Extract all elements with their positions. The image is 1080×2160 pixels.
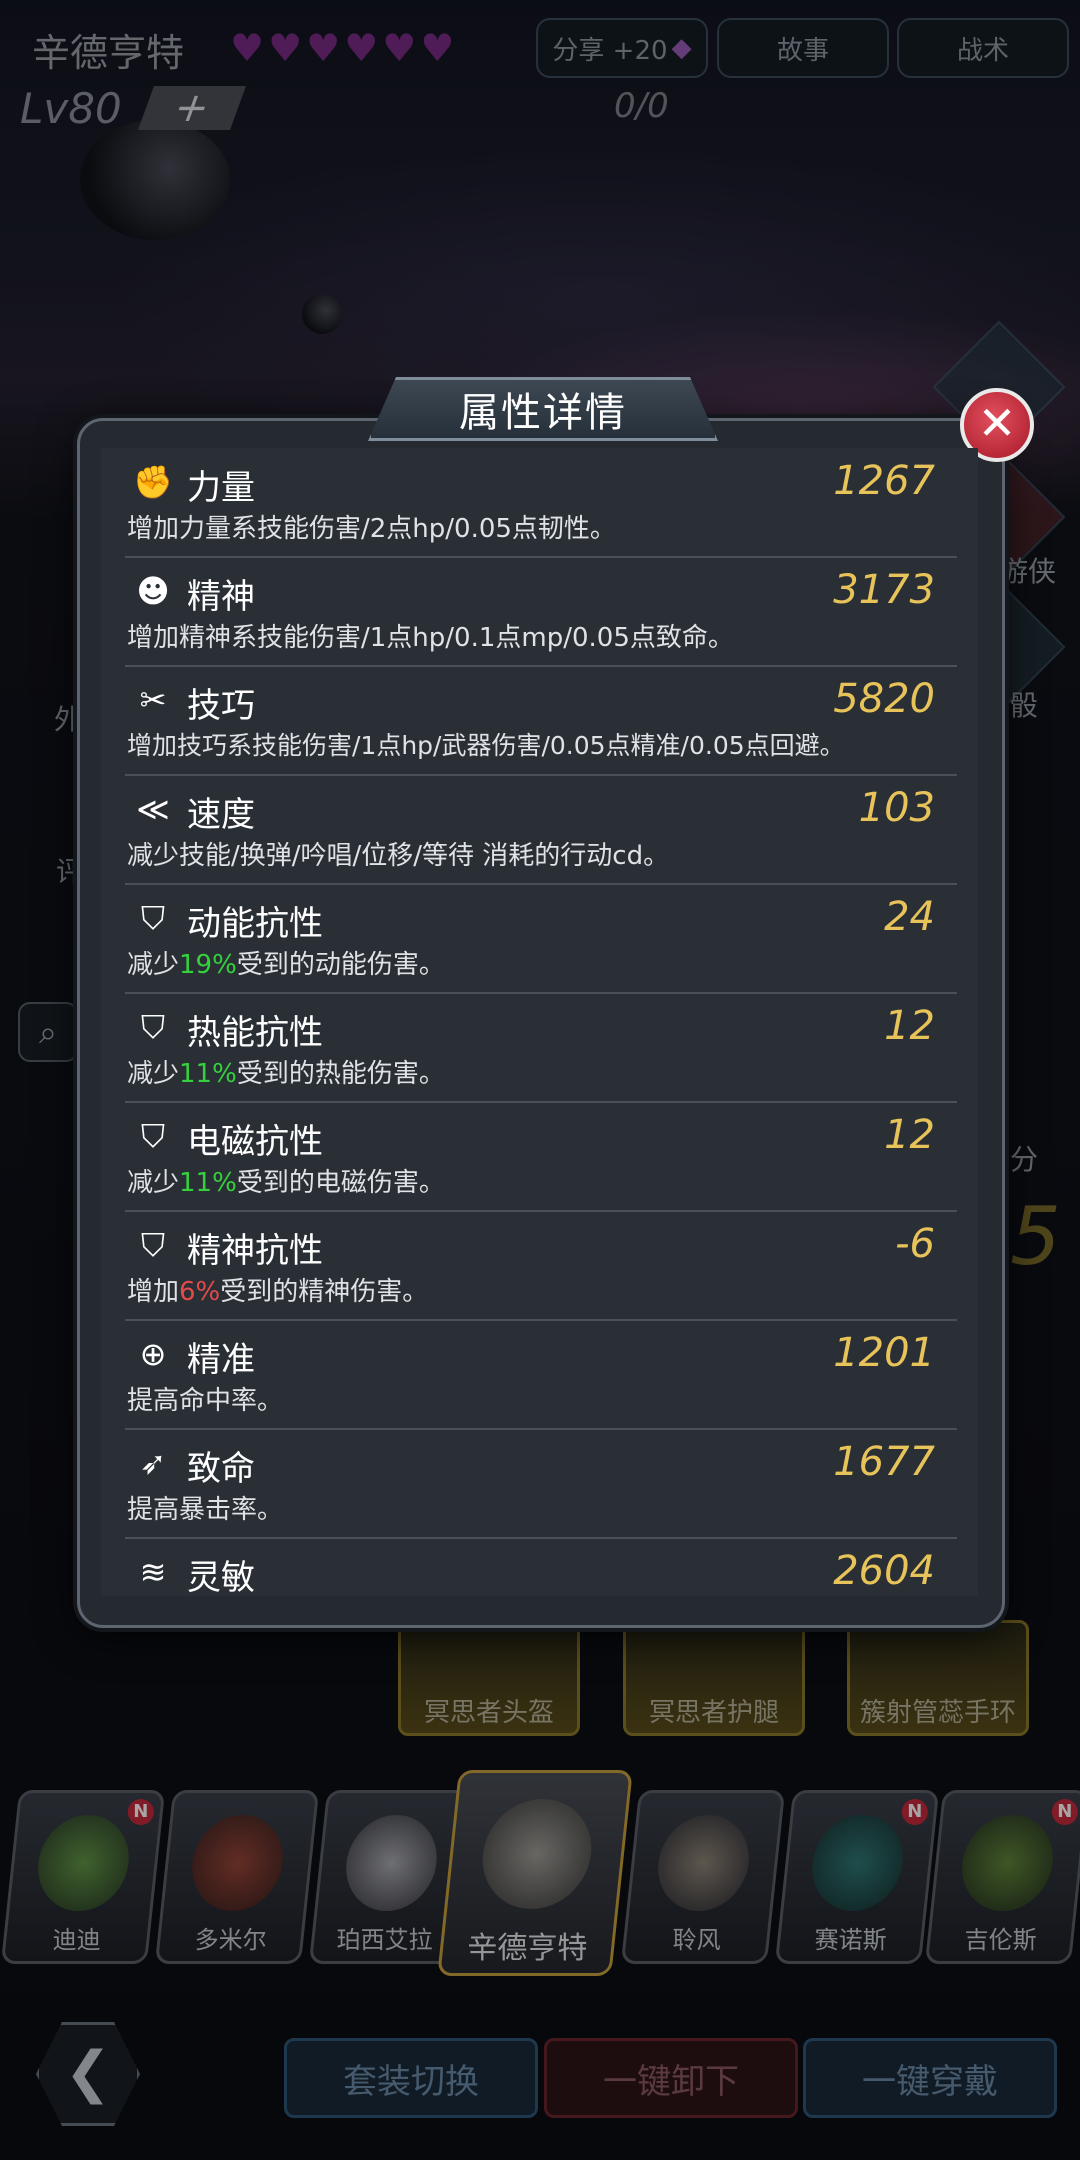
attribute-value: 12 <box>884 1003 935 1049</box>
attribute-desc: 减少19%受到的动能伤害。 <box>127 944 445 981</box>
attribute-desc: 增加力量系技能伤害/2点hp/0.05点韧性。 <box>127 514 616 544</box>
kinetic-shield-icon: ⛉ <box>140 899 165 937</box>
attribute-desc: 增加6%受到的精神伤害。 <box>127 1271 428 1308</box>
attribute-row-skill: ✂ 技巧 5820 增加技巧系技能伤害/1点hp/武器伤害/0.05点精准/0.… <box>125 666 957 776</box>
desc-percent: 11% <box>179 1059 237 1089</box>
attribute-value: 5820 <box>833 676 935 722</box>
attribute-row-accuracy: ⊕ 精准 1201 提高命中率。 <box>125 1320 957 1430</box>
electro-shield-icon: ⛉ <box>140 1117 165 1155</box>
desc-suffix: 受到的精神伤害。 <box>220 1277 429 1307</box>
attribute-value: 24 <box>884 894 935 940</box>
desc-suffix: 受到的电磁伤害。 <box>236 1168 445 1198</box>
attribute-value: 1201 <box>833 1330 935 1376</box>
desc-prefix: 减少 <box>127 1168 180 1198</box>
attribute-desc: 提高命中率。 <box>127 1386 284 1416</box>
desc-suffix: 受到的动能伤害。 <box>236 950 445 980</box>
attribute-name: 致命 <box>187 1449 255 1489</box>
attribute-desc: 减少11%受到的热能伤害。 <box>127 1053 445 1090</box>
desc-prefix: 减少 <box>127 1059 180 1089</box>
attribute-name: 灵敏 <box>187 1558 255 1596</box>
attribute-name: 技巧 <box>187 686 255 726</box>
attribute-desc: 减少11%受到的电磁伤害。 <box>127 1162 445 1199</box>
attribute-name: 精准 <box>187 1340 255 1380</box>
fist-icon: ✊ <box>133 463 173 501</box>
attribute-value: 3173 <box>833 567 935 613</box>
desc-percent: 6% <box>179 1277 221 1307</box>
attribute-value: 2604 <box>833 1548 935 1594</box>
desc-percent: 11% <box>179 1168 237 1198</box>
attribute-desc: 增加精神系技能伤害/1点hp/0.1点mp/0.05点致命。 <box>127 623 734 653</box>
attribute-desc: 增加技巧系技能伤害/1点hp/武器伤害/0.05点精准/0.05点回避。 <box>127 731 845 760</box>
tools-icon: ✂ <box>139 681 167 719</box>
attribute-row-thermal-resist: ⛉ 热能抗性 12 减少11%受到的热能伤害。 <box>125 993 957 1103</box>
critical-icon: ➶ <box>139 1444 167 1482</box>
attribute-desc: 提高暴击率。 <box>127 1495 284 1525</box>
attribute-row-spirit: ☻ 精神 3173 增加精神系技能伤害/1点hp/0.1点mp/0.05点致命。 <box>125 557 957 667</box>
attribute-row-agility: ≋ 灵敏 2604 <box>125 1538 957 1596</box>
attribute-value: 1677 <box>833 1439 935 1485</box>
attribute-name: 力量 <box>187 468 255 508</box>
attribute-name: 电磁抗性 <box>187 1122 323 1162</box>
attribute-row-speed: ≪ 速度 103 减少技能/换弹/吟唱/位移/等待 消耗的行动cd。 <box>125 775 957 885</box>
attribute-desc: 减少技能/换弹/吟唱/位移/等待 消耗的行动cd。 <box>127 841 670 871</box>
attribute-value: 103 <box>858 785 935 831</box>
attribute-row-critical: ➶ 致命 1677 提高暴击率。 <box>125 1429 957 1539</box>
attribute-name: 精神 <box>187 577 255 617</box>
modal-title: 属性详情 <box>368 377 718 441</box>
mental-shield-icon: ⛉ <box>140 1226 165 1264</box>
attribute-row-kinetic-resist: ⛉ 动能抗性 24 减少19%受到的动能伤害。 <box>125 884 957 994</box>
attribute-row-mental-resist: ⛉ 精神抗性 -6 增加6%受到的精神伤害。 <box>125 1211 957 1321</box>
speed-icon: ≪ <box>136 790 170 828</box>
agility-icon: ≋ <box>139 1553 167 1591</box>
attribute-name: 热能抗性 <box>187 1013 323 1053</box>
desc-percent: 19% <box>179 950 237 980</box>
attribute-value: 12 <box>884 1112 935 1158</box>
attribute-name: 精神抗性 <box>187 1231 323 1271</box>
attribute-value: 1267 <box>833 458 935 504</box>
desc-suffix: 受到的热能伤害。 <box>236 1059 445 1089</box>
attribute-row-electro-resist: ⛉ 电磁抗性 12 减少11%受到的电磁伤害。 <box>125 1102 957 1212</box>
desc-prefix: 减少 <box>127 950 180 980</box>
attribute-name: 速度 <box>187 795 255 835</box>
head-icon: ☻ <box>136 572 170 610</box>
attribute-list[interactable]: ✊ 力量 1267 增加力量系技能伤害/2点hp/0.05点韧性。 ☻ 精神 3… <box>101 448 978 1596</box>
attribute-name: 动能抗性 <box>187 904 323 944</box>
desc-prefix: 增加 <box>127 1277 180 1307</box>
thermal-shield-icon: ⛉ <box>140 1008 165 1046</box>
attribute-value: -6 <box>895 1221 935 1267</box>
attribute-row-strength: ✊ 力量 1267 增加力量系技能伤害/2点hp/0.05点韧性。 <box>125 448 957 558</box>
crosshair-icon: ⊕ <box>139 1335 167 1373</box>
